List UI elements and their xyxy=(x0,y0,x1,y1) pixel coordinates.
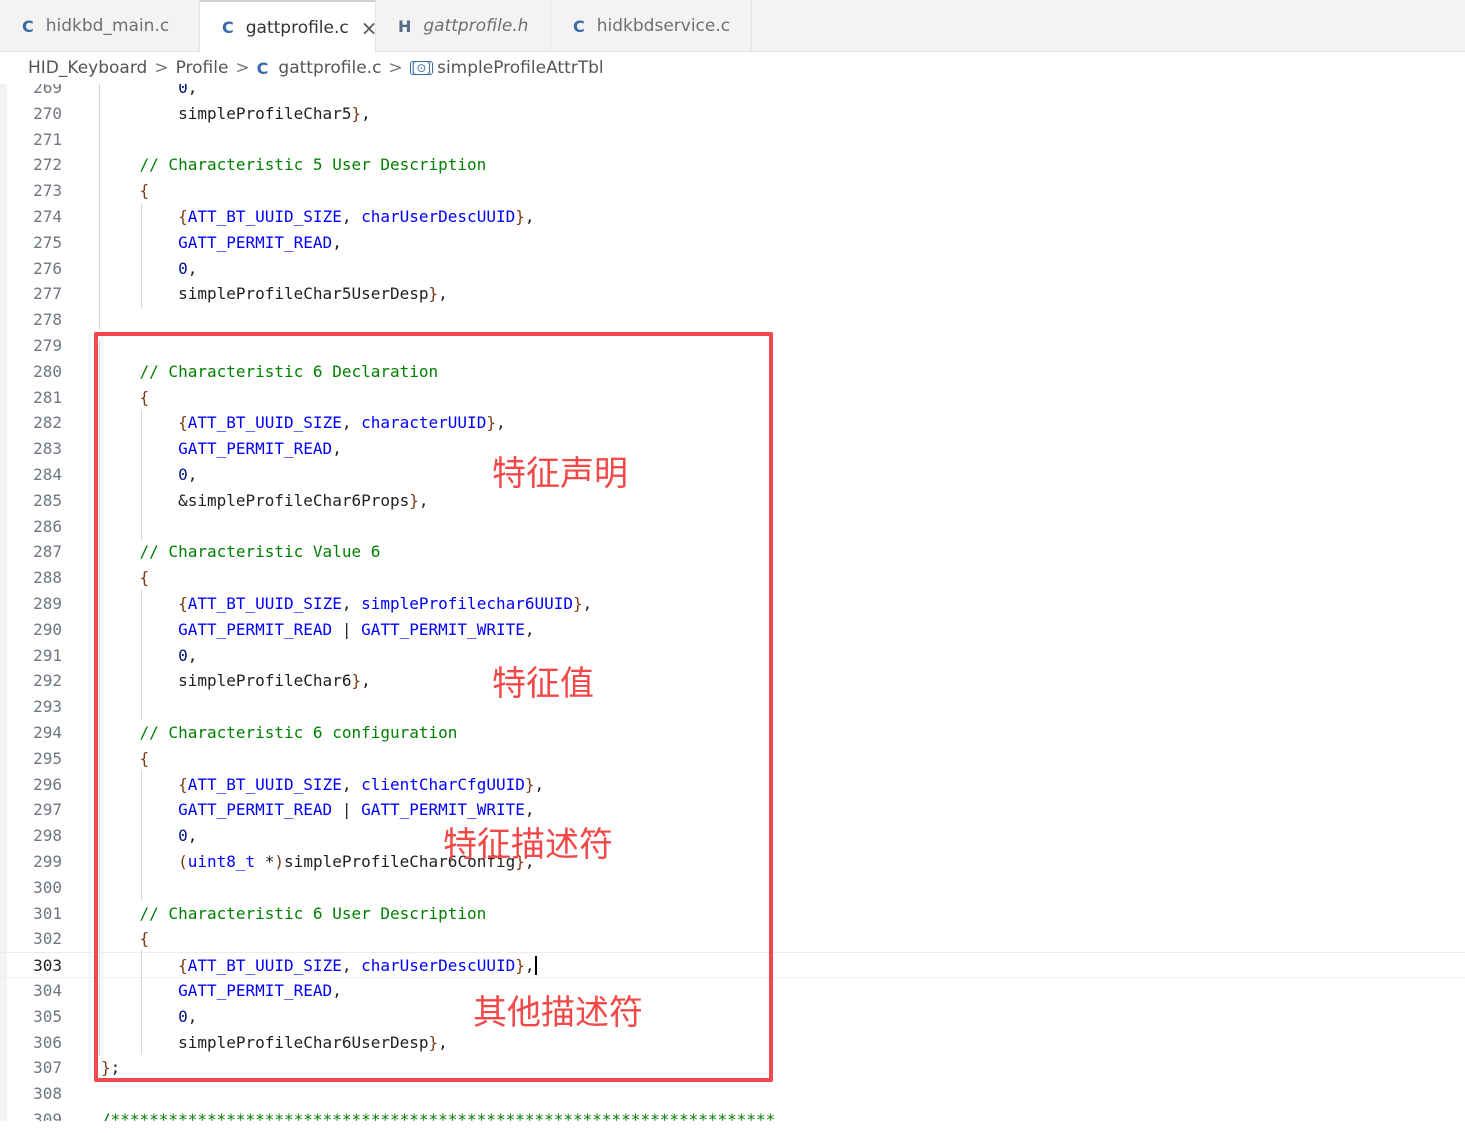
line-number: 298 xyxy=(33,826,62,846)
code-text[interactable]: 0, xyxy=(101,256,197,282)
line-number: 278 xyxy=(33,310,62,330)
code-line[interactable]: 277 simpleProfileChar5UserDesp}, xyxy=(0,281,1465,307)
tab-label: hidkbdservice.c xyxy=(596,16,731,36)
line-number: 300 xyxy=(33,877,62,897)
line-number: 297 xyxy=(33,800,62,820)
c-file-icon: C xyxy=(256,58,269,78)
line-number: 282 xyxy=(33,413,62,433)
line-number: 276 xyxy=(33,258,62,278)
code-line[interactable]: 275 GATT_PERMIT_READ, xyxy=(0,230,1465,256)
line-number: 299 xyxy=(33,852,62,871)
symbol-variable-icon: [⊙] xyxy=(409,61,434,75)
line-number: 290 xyxy=(33,619,62,639)
line-number: 305 xyxy=(33,1006,62,1026)
line-number: 270 xyxy=(33,103,62,123)
code-text[interactable]: simpleProfileChar5}, xyxy=(101,101,371,127)
breadcrumb-folder[interactable]: Profile xyxy=(176,58,229,78)
highlight-box xyxy=(94,332,773,1082)
code-text[interactable]: // Characteristic 5 User Description xyxy=(101,152,487,178)
code-text[interactable]: /***************************************… xyxy=(101,1107,775,1121)
line-number: 295 xyxy=(33,748,62,768)
tab-hidkbd-main[interactable]: C hidkbd_main.c xyxy=(0,0,200,52)
chevron-right-icon: > xyxy=(154,58,169,78)
code-line[interactable]: 278 xyxy=(0,307,1465,333)
line-number: 279 xyxy=(33,336,62,355)
breadcrumb-project[interactable]: HID_Keyboard xyxy=(28,58,147,78)
line-number: 280 xyxy=(33,361,62,381)
code-text[interactable]: {ATT_BT_UUID_SIZE, charUserDescUUID}, xyxy=(101,204,534,230)
line-number: 301 xyxy=(33,903,62,923)
chevron-right-icon: > xyxy=(388,58,403,78)
line-number: 289 xyxy=(33,594,62,613)
line-number: 304 xyxy=(33,981,62,1000)
code-line[interactable]: 274 {ATT_BT_UUID_SIZE, charUserDescUUID}… xyxy=(0,204,1465,230)
line-number: 272 xyxy=(33,155,62,175)
line-number: 277 xyxy=(33,284,62,304)
tab-label: gattprofile.c xyxy=(245,17,349,38)
tab-gattprofile-c[interactable]: C gattprofile.c × xyxy=(200,0,378,53)
line-number: 294 xyxy=(33,723,62,742)
code-line[interactable]: 272 // Characteristic 5 User Description xyxy=(0,152,1465,178)
code-text[interactable]: simpleProfileChar5UserDesp}, xyxy=(101,281,448,307)
code-line[interactable]: 308 xyxy=(0,1081,1465,1107)
line-number: 296 xyxy=(33,774,62,794)
line-number: 307 xyxy=(33,1058,62,1078)
line-number: 273 xyxy=(33,181,62,201)
line-number: 292 xyxy=(33,671,62,691)
annotation-char-value: 特征值 xyxy=(492,664,594,704)
annotation-char-descriptor: 特征描述符 xyxy=(443,825,613,865)
line-number: 281 xyxy=(33,387,62,407)
annotation-other-descriptors: 其他描述符 xyxy=(473,993,643,1033)
tab-label: gattprofile.h xyxy=(423,16,529,36)
c-file-icon: C xyxy=(573,16,585,36)
line-number: 285 xyxy=(33,490,62,510)
c-file-icon: C xyxy=(222,18,234,37)
line-number: 291 xyxy=(33,645,62,665)
code-line[interactable]: 309 /************************************… xyxy=(0,1107,1465,1129)
close-icon[interactable]: × xyxy=(361,16,378,40)
code-line[interactable]: 273 { xyxy=(0,178,1465,204)
code-line[interactable]: 270 simpleProfileChar5}, xyxy=(0,101,1465,127)
code-line[interactable]: 271 xyxy=(0,127,1465,153)
breadcrumb: HID_Keyboard > Profile > C gattprofile.c… xyxy=(0,52,1465,84)
line-number: 283 xyxy=(33,439,62,459)
line-number: 287 xyxy=(33,542,62,562)
line-number: 308 xyxy=(33,1084,62,1104)
line-number: 275 xyxy=(33,232,62,252)
line-number: 302 xyxy=(33,929,62,949)
tab-label: hidkbd_main.c xyxy=(45,16,170,36)
chevron-right-icon: > xyxy=(235,58,250,78)
line-number: 293 xyxy=(33,697,62,717)
line-number: 271 xyxy=(33,129,62,149)
code-text[interactable]: { xyxy=(101,178,150,204)
line-number: 286 xyxy=(33,516,62,536)
code-text[interactable]: GATT_PERMIT_READ, xyxy=(101,230,342,256)
line-number: 309 xyxy=(33,1110,62,1129)
h-file-icon: H xyxy=(398,16,412,36)
tab-hidkbdservice[interactable]: C hidkbdservice.c xyxy=(551,0,752,52)
line-number: 284 xyxy=(33,465,62,484)
line-number: 274 xyxy=(33,207,62,226)
breadcrumb-symbol[interactable]: simpleProfileAttrTbl xyxy=(437,58,604,78)
annotation-char-declaration: 特征声明 xyxy=(492,454,628,494)
code-line[interactable]: 276 0, xyxy=(0,256,1465,282)
line-number: 288 xyxy=(33,568,62,588)
line-number: 303 xyxy=(33,956,62,976)
breadcrumb-file[interactable]: gattprofile.c xyxy=(278,58,381,78)
tab-gattprofile-h[interactable]: H gattprofile.h xyxy=(376,0,551,52)
editor-tab-bar: C hidkbd_main.c C gattprofile.c × H gatt… xyxy=(0,0,1465,53)
line-number: 306 xyxy=(33,1032,62,1052)
c-file-icon: C xyxy=(22,16,34,36)
